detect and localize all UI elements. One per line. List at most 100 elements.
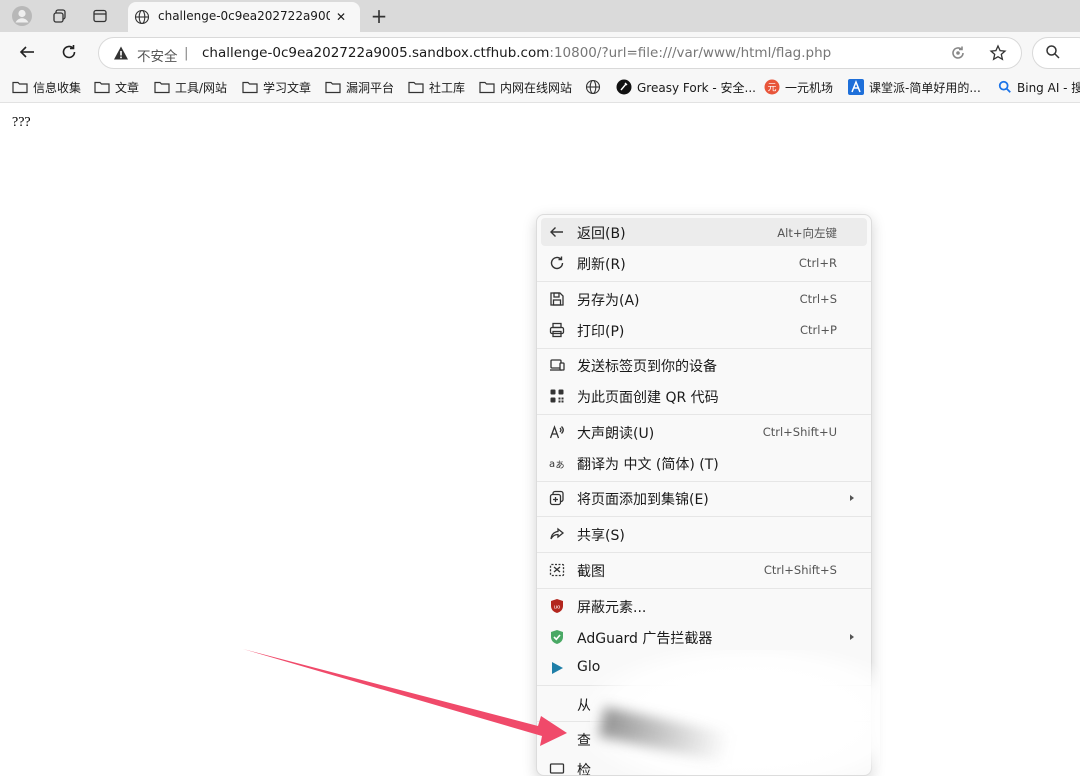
menu-separator xyxy=(537,481,871,482)
bookmark-folder-social[interactable]: 社工库 xyxy=(408,77,465,97)
menu-item-label: 发送标签页到你的设备 xyxy=(577,359,717,375)
menu-separator xyxy=(537,552,871,553)
menu-item-label: 返回(B) xyxy=(577,226,626,242)
refresh-icon xyxy=(62,45,76,59)
menu-separator xyxy=(537,588,871,589)
tab-actions-icon xyxy=(93,9,107,23)
search-box[interactable] xyxy=(1032,37,1080,69)
bookmark-folder-intranet[interactable]: 内网在线网站 xyxy=(479,77,572,97)
refresh-icon xyxy=(549,255,565,271)
folder-icon xyxy=(325,81,341,94)
bookmark-folder-study[interactable]: 学习文章 xyxy=(242,77,311,97)
menu-item-shortcut: Ctrl+Shift+U xyxy=(762,425,837,439)
menu-item-label: 截图 xyxy=(577,564,605,580)
bookmark-folder-tools[interactable]: 工具/网站 xyxy=(154,77,227,97)
menu-item-label: 为此页面创建 QR 代码 xyxy=(577,390,719,406)
new-tab-button[interactable]: + xyxy=(366,4,392,28)
menu-item-qr-code[interactable]: 为此页面创建 QR 代码 xyxy=(541,382,867,410)
workspaces-button[interactable] xyxy=(46,4,74,28)
menu-separator xyxy=(537,414,871,415)
folder-icon xyxy=(12,81,28,94)
bookmark-label: 信息收集 xyxy=(33,80,82,95)
bookmark-folder-info[interactable]: 信息收集 xyxy=(12,77,81,97)
bookmark-airport[interactable]: 元 一元机场 xyxy=(764,77,833,97)
bookmark-bing-ai[interactable]: Bing AI - 搜索 xyxy=(998,77,1080,97)
bookmark-label: 内网在线网站 xyxy=(500,80,573,95)
url-text[interactable]: challenge-0c9ea202722a9005.sandbox.ctfhu… xyxy=(202,45,831,61)
menu-separator xyxy=(537,281,871,282)
menu-item-save-as[interactable]: 另存为(A) Ctrl+S xyxy=(541,285,867,313)
bookmark-ketangpai[interactable]: 课堂派-简单好用的... xyxy=(848,77,981,97)
bookmark-folder-articles[interactable]: 文章 xyxy=(94,77,139,97)
address-bar[interactable]: 不安全 | challenge-0c9ea202722a9005.sandbox… xyxy=(98,37,1022,69)
back-button[interactable] xyxy=(12,38,42,66)
bookmark-label: 学习文章 xyxy=(263,80,312,95)
menu-item-label: 打印(P) xyxy=(577,324,625,340)
globe-icon xyxy=(585,79,601,95)
submenu-arrow-icon xyxy=(850,634,854,640)
bookmark-label: 工具/网站 xyxy=(175,80,228,95)
favorite-star-icon[interactable] xyxy=(989,44,1007,62)
folder-icon xyxy=(242,81,258,94)
menu-item-shortcut: Ctrl+S xyxy=(799,292,837,306)
menu-item-print[interactable]: 打印(P) Ctrl+P xyxy=(541,316,867,344)
menu-separator xyxy=(537,348,871,349)
airport-icon: 元 xyxy=(764,79,780,95)
insecure-label[interactable]: 不安全 xyxy=(137,45,178,65)
ublock-icon: uo xyxy=(549,598,565,614)
page-body-text: ??? xyxy=(12,115,31,130)
search-icon xyxy=(998,80,1011,93)
profile-avatar-icon xyxy=(12,6,32,26)
share-icon xyxy=(549,526,565,542)
menu-item-read-aloud[interactable]: 大声朗读(U) Ctrl+Shift+U xyxy=(541,418,867,446)
menu-item-share[interactable]: 共享(S) xyxy=(541,520,867,548)
svg-text:a: a xyxy=(549,459,555,470)
tab-close-icon[interactable]: ✕ xyxy=(332,8,350,26)
menu-item-block-element[interactable]: uo 屏蔽元素... xyxy=(541,592,867,620)
collections-icon xyxy=(549,490,565,506)
menu-item-refresh[interactable]: 刷新(R) Ctrl+R xyxy=(541,249,867,277)
menu-item-label: AdGuard 广告拦截器 xyxy=(577,631,713,647)
menu-item-label: 翻译为 中文 (简体) (T) xyxy=(577,457,719,473)
bookmark-label: 一元机场 xyxy=(785,80,834,95)
bookmark-globe[interactable] xyxy=(585,77,606,97)
address-separator: | xyxy=(184,45,189,61)
svg-text:あ: あ xyxy=(556,460,565,471)
svg-text:元: 元 xyxy=(767,84,776,94)
folder-icon xyxy=(479,81,495,94)
active-tab[interactable]: challenge-0c9ea202722a9005.sandbox ✕ xyxy=(128,2,360,32)
tab-strip: challenge-0c9ea202722a9005.sandbox ✕ + xyxy=(0,0,1080,32)
menu-item-label: 检 xyxy=(577,763,591,776)
ketangpai-icon xyxy=(848,79,864,95)
menu-item-translate[interactable]: aあ 翻译为 中文 (简体) (T) xyxy=(541,449,867,477)
qr-code-icon xyxy=(549,388,565,404)
url-host: challenge-0c9ea202722a9005.sandbox.ctfhu… xyxy=(202,45,550,61)
bookmarks-bar: 信息收集 文章 工具/网站 学习文章 漏洞平台 社工库 内网在线网站 Greas… xyxy=(0,72,1080,103)
warning-icon[interactable] xyxy=(113,45,129,61)
vertical-tabs-button[interactable] xyxy=(86,4,114,28)
greasyfork-icon xyxy=(616,79,632,95)
menu-item-add-to-collections[interactable]: 将页面添加到集锦(E) xyxy=(541,484,867,512)
menu-item-screenshot[interactable]: 截图 Ctrl+Shift+S xyxy=(541,556,867,584)
menu-item-label: 查 xyxy=(577,733,591,749)
menu-item-label: 屏蔽元素... xyxy=(577,600,647,616)
submenu-arrow-icon xyxy=(850,495,854,501)
globe-icon xyxy=(134,9,150,25)
save-icon xyxy=(549,291,565,307)
translate-icon: aあ xyxy=(549,455,565,471)
bookmark-label: 社工库 xyxy=(429,80,466,95)
screenshot-icon xyxy=(549,562,565,578)
bookmark-label: Greasy Fork - 安全... xyxy=(637,80,756,95)
edge-refresh-icon[interactable] xyxy=(949,44,967,62)
workspaces-icon xyxy=(53,9,66,23)
menu-item-send-tab[interactable]: 发送标签页到你的设备 xyxy=(541,351,867,379)
menu-item-label: 另存为(A) xyxy=(577,293,640,309)
read-aloud-icon xyxy=(549,424,565,440)
bookmark-greasyfork[interactable]: Greasy Fork - 安全... xyxy=(616,77,756,97)
bookmark-folder-vuln[interactable]: 漏洞平台 xyxy=(325,77,394,97)
menu-item-back[interactable]: 返回(B) Alt+向左键 xyxy=(541,218,867,246)
menu-item-shortcut: Ctrl+Shift+S xyxy=(763,563,837,577)
menu-item-adguard[interactable]: AdGuard 广告拦截器 xyxy=(541,623,867,651)
refresh-button[interactable] xyxy=(54,38,84,66)
profile-button[interactable] xyxy=(8,4,36,28)
